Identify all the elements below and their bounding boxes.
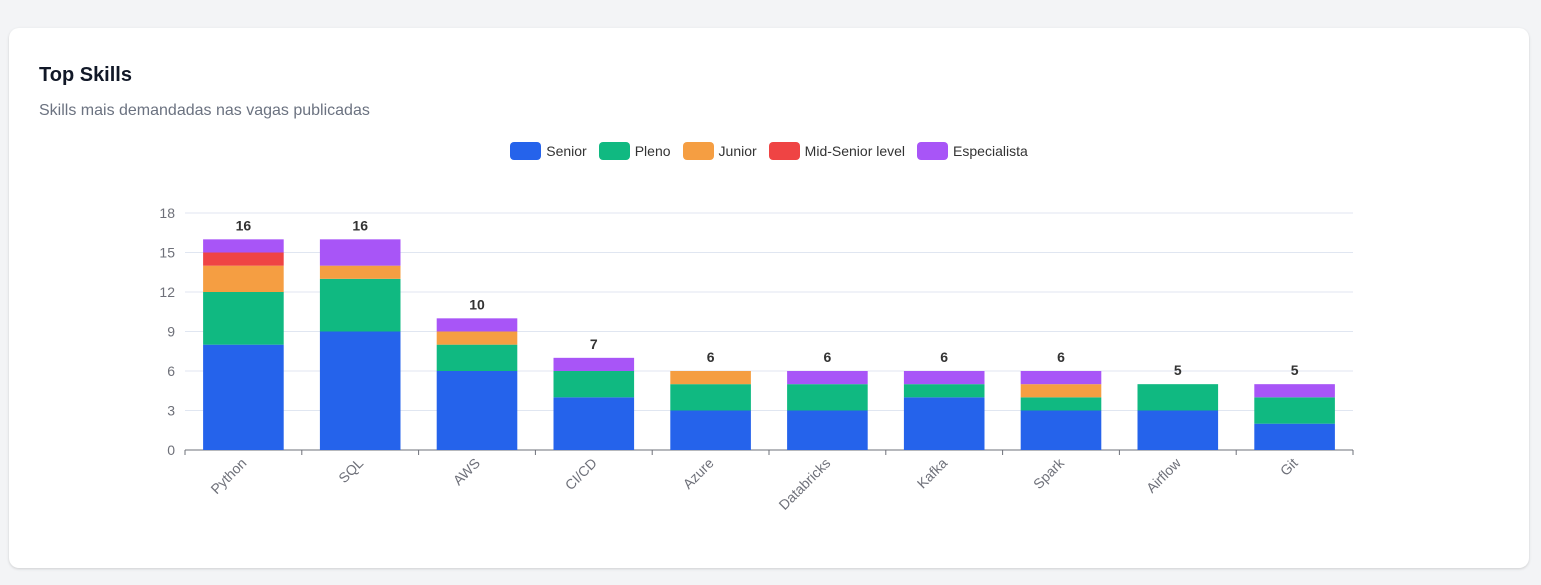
bar-total-label: 6 (824, 349, 832, 365)
y-tick-label: 0 (167, 442, 175, 458)
bar-pleno[interactable] (1254, 397, 1335, 424)
bar-total-label: 6 (1057, 349, 1065, 365)
y-tick-label: 6 (167, 363, 175, 379)
x-tick-label: AWS (450, 455, 483, 488)
y-tick-label: 3 (167, 403, 175, 419)
bar-pleno[interactable] (319, 278, 401, 332)
bar-junior[interactable] (203, 265, 284, 292)
bar-total-label: 16 (352, 217, 368, 233)
bar-senior[interactable] (1254, 423, 1335, 450)
bar-especialista[interactable] (1020, 371, 1102, 385)
bar-senior[interactable] (319, 331, 401, 451)
bar-total-label: 10 (469, 296, 485, 312)
x-tick-label: Azure (680, 455, 717, 492)
x-tick-label: Spark (1030, 454, 1068, 492)
y-tick-label: 12 (159, 284, 175, 300)
bar-pleno[interactable] (553, 371, 635, 398)
bar-pleno[interactable] (1020, 397, 1102, 411)
x-tick-label: Kafka (914, 455, 951, 492)
x-tick-label: Databricks (775, 455, 833, 513)
bar-especialista[interactable] (203, 239, 284, 253)
bar-junior[interactable] (670, 371, 751, 385)
bar-especialista[interactable] (319, 239, 401, 266)
bar-total-label: 16 (236, 217, 252, 233)
x-tick-label: SQL (335, 455, 366, 486)
x-tick-label: CI/CD (562, 455, 600, 493)
bar-pleno[interactable] (436, 344, 518, 371)
bar-pleno[interactable] (670, 384, 751, 411)
bar-senior[interactable] (903, 397, 985, 450)
bar-mid-senior-level[interactable] (203, 252, 284, 266)
bar-senior[interactable] (203, 344, 284, 450)
y-tick-label: 9 (167, 324, 175, 340)
bar-total-label: 6 (707, 349, 715, 365)
top-skills-card: Top Skills Skills mais demandadas nas va… (9, 28, 1529, 568)
bar-total-label: 5 (1174, 362, 1182, 378)
bar-senior[interactable] (1137, 410, 1219, 451)
stacked-bar-chart: 0 3 6 9 12 15 18 16 Python 16 SQL 10 AWS 7 CI/CD 6 Azure… (159, 205, 1354, 513)
bar-junior[interactable] (319, 265, 401, 279)
bar-total-label: 5 (1291, 362, 1299, 378)
y-tick-label: 15 (159, 245, 175, 261)
bar-especialista[interactable] (553, 357, 635, 371)
bar-senior[interactable] (670, 410, 751, 451)
x-tick-label: Airflow (1143, 454, 1185, 496)
bar-pleno[interactable] (903, 384, 985, 398)
bar-especialista[interactable] (436, 318, 518, 332)
y-tick-label: 18 (159, 205, 175, 221)
bar-especialista[interactable] (787, 371, 868, 385)
bar-senior[interactable] (436, 371, 518, 450)
bar-total-label: 6 (940, 349, 948, 365)
bar-junior[interactable] (1020, 384, 1102, 398)
bar-especialista[interactable] (903, 371, 985, 385)
bar-senior[interactable] (553, 397, 635, 450)
bar-pleno[interactable] (1137, 384, 1219, 411)
bar-junior[interactable] (436, 331, 518, 345)
x-tick-label: Git (1277, 455, 1301, 479)
bar-especialista[interactable] (1254, 384, 1335, 398)
bar-total-label: 7 (590, 336, 598, 352)
bar-pleno[interactable] (787, 384, 868, 411)
bar-senior[interactable] (1020, 410, 1102, 451)
x-tick-label: Python (207, 455, 249, 497)
bar-senior[interactable] (787, 410, 868, 451)
bar-pleno[interactable] (203, 292, 284, 345)
